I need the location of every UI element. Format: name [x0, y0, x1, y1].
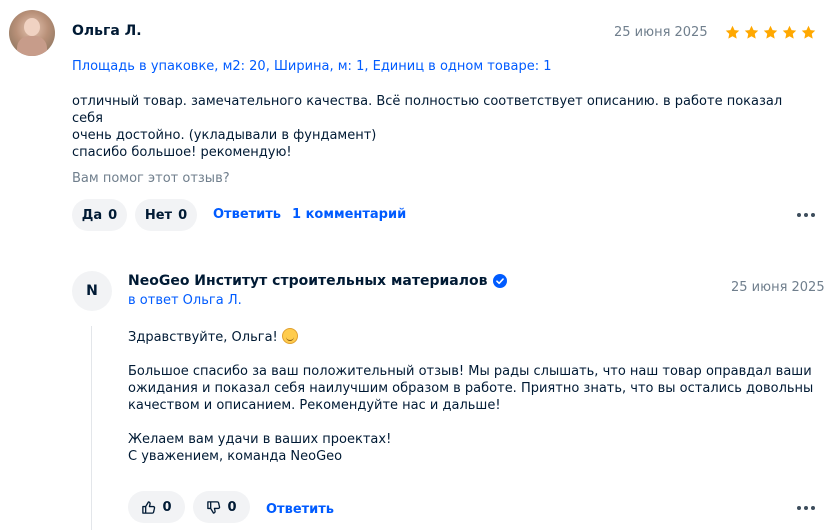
verified-check-icon: [493, 274, 508, 288]
reply-text-line: Большое спасибо за ваш положительный отз…: [128, 364, 812, 379]
review-text-line: очень достойно. (укладывали в фундамент): [72, 128, 377, 143]
seller-reply-button[interactable]: Ответить: [266, 502, 334, 517]
no-count: 0: [178, 207, 188, 223]
review-date: 25 июня 2025: [614, 25, 708, 40]
seller-name: NeoGeo Институт строительных материалов: [128, 273, 488, 289]
star-icon: [801, 25, 816, 39]
greeting: Здравствуйте, Ольга!: [128, 330, 278, 345]
greeting-line: Здравствуйте, Ольга!: [128, 328, 818, 346]
reviewer-avatar: [9, 10, 55, 56]
seller-avatar: N: [72, 271, 112, 311]
reply-text-line: Желаем вам удачи в ваших проектах!: [128, 432, 392, 447]
reply-text-line: С уважением, команда NeoGeo: [128, 449, 343, 464]
helpful-no-button[interactable]: Нет 0: [135, 199, 197, 231]
no-label: Нет: [144, 207, 173, 223]
star-icon: [782, 25, 797, 39]
seller-reply-text: Здравствуйте, Ольга! Большое спасибо за …: [128, 328, 818, 465]
comments-link[interactable]: 1 комментарий: [292, 207, 406, 222]
rating-stars: [724, 24, 817, 41]
review-text-line: спасибо большое! рекомендую!: [72, 145, 292, 160]
like-count: 0: [162, 499, 172, 515]
star-icon: [725, 25, 740, 39]
seller-name-row[interactable]: NeoGeo Институт строительных материалов: [128, 273, 508, 289]
yes-label: Да: [81, 207, 103, 223]
reply-to-link[interactable]: в ответ Ольга Л.: [128, 293, 242, 308]
thread-line: [91, 326, 92, 530]
review-text: отличный товар. замечательного качества.…: [72, 93, 812, 161]
star-icon: [763, 25, 778, 39]
star-icon: [744, 25, 759, 39]
review-text-line: отличный товар. замечательного качества.…: [72, 94, 783, 126]
product-variant[interactable]: Площадь в упаковке, м2: 20, Ширина, м: 1…: [72, 59, 552, 74]
reply-button[interactable]: Ответить: [213, 207, 281, 222]
seller-reply-date: 25 июня 2025: [731, 280, 825, 295]
reply-text-line: ожидания и показал себя наилучшим образо…: [128, 381, 814, 396]
helpful-yes-button[interactable]: Да 0: [72, 199, 127, 231]
yes-count: 0: [108, 207, 118, 223]
like-button[interactable]: 0: [128, 491, 185, 523]
more-dots-icon[interactable]: [797, 506, 815, 510]
helpful-question: Вам помог этот отзыв?: [72, 171, 230, 186]
reviewer-name: Ольга Л.: [72, 23, 142, 39]
thumbs-up-icon: [142, 500, 156, 514]
thumbs-down-icon: [207, 500, 221, 514]
smile-emoji-icon: [281, 328, 298, 344]
dislike-count: 0: [227, 499, 237, 515]
dislike-button[interactable]: 0: [193, 491, 250, 523]
reply-text-line: качеством и описанием. Рекомендуйте нас …: [128, 398, 501, 413]
more-dots-icon[interactable]: [797, 213, 815, 217]
